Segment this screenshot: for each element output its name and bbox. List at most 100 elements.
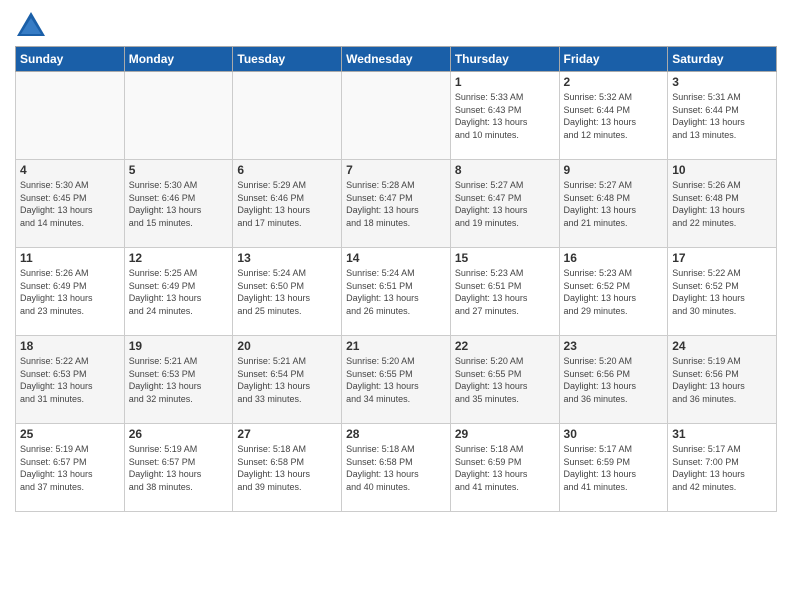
day-number: 13 [237,251,337,265]
day-cell: 1Sunrise: 5:33 AM Sunset: 6:43 PM Daylig… [450,72,559,160]
day-cell: 6 Sunrise: 5:29 AM Sunset: 6:46 PM Daylig… [233,160,342,248]
day-cell: 7Sunrise: 5:28 AM Sunset: 6:47 PM Daylig… [342,160,451,248]
header-row: SundayMondayTuesdayWednesdayThursdayFrid… [16,47,777,72]
day-number: 27 [237,427,337,441]
day-header-saturday: Saturday [668,47,777,72]
day-info: Sunrise: 5:21 AM Sunset: 6:53 PM Dayligh… [129,355,229,405]
day-cell: 17 Sunrise: 5:22 AM Sunset: 6:52 PM Dayli… [668,248,777,336]
day-cell: 15 Sunrise: 5:23 AM Sunset: 6:51 PM Dayli… [450,248,559,336]
day-info: Sunrise: 5:30 AM Sunset: 6:46 PM Dayligh… [129,179,229,229]
day-number: 7 [346,163,446,177]
day-info: Sunrise: 5:26 AM Sunset: 6:49 PM Dayligh… [20,267,120,317]
day-number: 26 [129,427,229,441]
day-number: 28 [346,427,446,441]
day-cell: 5 Sunrise: 5:30 AM Sunset: 6:46 PM Daylig… [124,160,233,248]
day-cell: 27 Sunrise: 5:18 AM Sunset: 6:58 PM Dayli… [233,424,342,512]
day-number: 18 [20,339,120,353]
day-number: 9 [564,163,664,177]
week-row-1: 1Sunrise: 5:33 AM Sunset: 6:43 PM Daylig… [16,72,777,160]
logo-icon [15,10,47,38]
day-info: Sunrise: 5:29 AM Sunset: 6:46 PM Dayligh… [237,179,337,229]
day-header-monday: Monday [124,47,233,72]
day-cell [342,72,451,160]
day-info: Sunrise: 5:19 AM Sunset: 6:57 PM Dayligh… [20,443,120,493]
day-cell: 22 Sunrise: 5:20 AM Sunset: 6:55 PM Dayli… [450,336,559,424]
day-cell: 13Sunrise: 5:24 AM Sunset: 6:50 PM Dayli… [233,248,342,336]
day-info: Sunrise: 5:22 AM Sunset: 6:52 PM Dayligh… [672,267,772,317]
day-number: 10 [672,163,772,177]
day-cell: 20 Sunrise: 5:21 AM Sunset: 6:54 PM Dayli… [233,336,342,424]
page: SundayMondayTuesdayWednesdayThursdayFrid… [0,0,792,612]
day-info: Sunrise: 5:27 AM Sunset: 6:48 PM Dayligh… [564,179,664,229]
day-number: 6 [237,163,337,177]
day-number: 30 [564,427,664,441]
day-info: Sunrise: 5:20 AM Sunset: 6:56 PM Dayligh… [564,355,664,405]
day-number: 17 [672,251,772,265]
week-row-2: 4 Sunrise: 5:30 AM Sunset: 6:45 PM Daylig… [16,160,777,248]
day-info: Sunrise: 5:18 AM Sunset: 6:58 PM Dayligh… [346,443,446,493]
day-number: 16 [564,251,664,265]
day-cell: 24 Sunrise: 5:19 AM Sunset: 6:56 PM Dayli… [668,336,777,424]
day-number: 15 [455,251,555,265]
week-row-3: 11 Sunrise: 5:26 AM Sunset: 6:49 PM Dayli… [16,248,777,336]
day-cell: 28 Sunrise: 5:18 AM Sunset: 6:58 PM Dayli… [342,424,451,512]
week-row-4: 18 Sunrise: 5:22 AM Sunset: 6:53 PM Dayli… [16,336,777,424]
day-cell: 23Sunrise: 5:20 AM Sunset: 6:56 PM Dayli… [559,336,668,424]
day-cell: 16 Sunrise: 5:23 AM Sunset: 6:52 PM Dayli… [559,248,668,336]
day-cell [124,72,233,160]
day-number: 24 [672,339,772,353]
day-info: Sunrise: 5:19 AM Sunset: 6:56 PM Dayligh… [672,355,772,405]
day-info: Sunrise: 5:17 AM Sunset: 7:00 PM Dayligh… [672,443,772,493]
day-number: 25 [20,427,120,441]
day-number: 3 [672,75,772,89]
day-number: 22 [455,339,555,353]
day-info: Sunrise: 5:31 AM Sunset: 6:44 PM Dayligh… [672,91,772,141]
day-cell [16,72,125,160]
day-info: Sunrise: 5:25 AM Sunset: 6:49 PM Dayligh… [129,267,229,317]
day-cell: 10 Sunrise: 5:26 AM Sunset: 6:48 PM Dayli… [668,160,777,248]
day-header-wednesday: Wednesday [342,47,451,72]
day-info: Sunrise: 5:24 AM Sunset: 6:51 PM Dayligh… [346,267,446,317]
day-info: Sunrise: 5:23 AM Sunset: 6:51 PM Dayligh… [455,267,555,317]
day-cell: 18 Sunrise: 5:22 AM Sunset: 6:53 PM Dayli… [16,336,125,424]
day-info: Sunrise: 5:19 AM Sunset: 6:57 PM Dayligh… [129,443,229,493]
day-cell: 2Sunrise: 5:32 AM Sunset: 6:44 PM Daylig… [559,72,668,160]
day-number: 21 [346,339,446,353]
day-info: Sunrise: 5:23 AM Sunset: 6:52 PM Dayligh… [564,267,664,317]
day-header-tuesday: Tuesday [233,47,342,72]
day-number: 5 [129,163,229,177]
day-info: Sunrise: 5:18 AM Sunset: 6:59 PM Dayligh… [455,443,555,493]
day-info: Sunrise: 5:32 AM Sunset: 6:44 PM Dayligh… [564,91,664,141]
day-number: 31 [672,427,772,441]
calendar-table: SundayMondayTuesdayWednesdayThursdayFrid… [15,46,777,512]
day-number: 19 [129,339,229,353]
day-number: 11 [20,251,120,265]
day-header-sunday: Sunday [16,47,125,72]
day-number: 12 [129,251,229,265]
day-cell: 4 Sunrise: 5:30 AM Sunset: 6:45 PM Daylig… [16,160,125,248]
day-number: 4 [20,163,120,177]
day-cell [233,72,342,160]
day-info: Sunrise: 5:26 AM Sunset: 6:48 PM Dayligh… [672,179,772,229]
day-cell: 12 Sunrise: 5:25 AM Sunset: 6:49 PM Dayli… [124,248,233,336]
day-cell: 26 Sunrise: 5:19 AM Sunset: 6:57 PM Dayli… [124,424,233,512]
week-row-5: 25 Sunrise: 5:19 AM Sunset: 6:57 PM Dayli… [16,424,777,512]
day-cell: 14 Sunrise: 5:24 AM Sunset: 6:51 PM Dayli… [342,248,451,336]
day-info: Sunrise: 5:18 AM Sunset: 6:58 PM Dayligh… [237,443,337,493]
day-header-thursday: Thursday [450,47,559,72]
day-info: Sunrise: 5:27 AM Sunset: 6:47 PM Dayligh… [455,179,555,229]
day-number: 20 [237,339,337,353]
day-number: 1 [455,75,555,89]
day-cell: 9 Sunrise: 5:27 AM Sunset: 6:48 PM Daylig… [559,160,668,248]
day-info: Sunrise: 5:22 AM Sunset: 6:53 PM Dayligh… [20,355,120,405]
day-cell: 29 Sunrise: 5:18 AM Sunset: 6:59 PM Dayli… [450,424,559,512]
day-number: 14 [346,251,446,265]
day-info: Sunrise: 5:30 AM Sunset: 6:45 PM Dayligh… [20,179,120,229]
day-info: Sunrise: 5:20 AM Sunset: 6:55 PM Dayligh… [455,355,555,405]
header [15,10,777,38]
day-cell: 8Sunrise: 5:27 AM Sunset: 6:47 PM Daylig… [450,160,559,248]
day-info: Sunrise: 5:21 AM Sunset: 6:54 PM Dayligh… [237,355,337,405]
day-header-friday: Friday [559,47,668,72]
day-number: 29 [455,427,555,441]
day-cell: 11 Sunrise: 5:26 AM Sunset: 6:49 PM Dayli… [16,248,125,336]
